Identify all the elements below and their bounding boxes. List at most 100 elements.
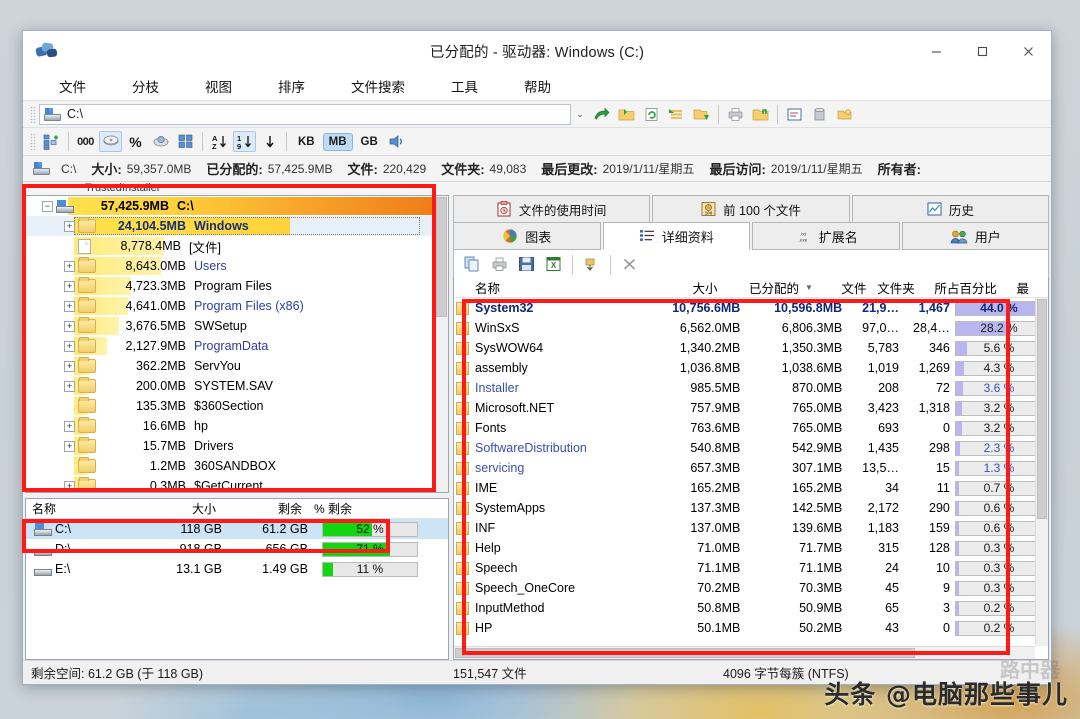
disk-alloc-icon[interactable] [149, 131, 172, 152]
grid-col-folders[interactable]: 文件夹 [872, 278, 920, 297]
tree-row[interactable]: 1.2MB 360SANDBOX [26, 456, 434, 476]
grid-row[interactable]: Speech 71.1MB 71.1MB 24 10 0.3 % [454, 558, 1048, 578]
refresh-page-icon[interactable] [640, 104, 663, 125]
tree-row[interactable]: +3,676.5MB SWSetup [26, 316, 434, 336]
open-folder-icon[interactable] [615, 104, 638, 125]
save-icon[interactable] [515, 254, 538, 275]
tree-row[interactable]: +4,723.3MB Program Files [26, 276, 434, 296]
tree-scrollbar[interactable] [434, 196, 448, 492]
tree-row[interactable]: +16.6MB hp [26, 416, 434, 436]
grid-col-last[interactable]: 最 [1011, 278, 1034, 297]
print-grid-icon[interactable] [488, 254, 511, 275]
grid-row[interactable]: HP 50.1MB 50.2MB 43 0 0.2 % [454, 618, 1048, 638]
maximize-button[interactable] [959, 31, 1005, 71]
tree-row[interactable]: +0.3MB $GetCurrent [26, 476, 434, 492]
expand-icon[interactable]: + [64, 220, 75, 232]
grid-columns-icon[interactable] [174, 131, 197, 152]
unit-kb-button[interactable]: KB [293, 134, 320, 150]
go-arrow-icon[interactable] [590, 104, 613, 125]
menu-help[interactable]: 帮助 [514, 73, 561, 99]
tree-row[interactable]: +8,643.0MB Users [26, 256, 434, 276]
grid-col-percent[interactable]: 所占百分比 [920, 278, 1012, 297]
grid-row[interactable]: assembly 1,036.8MB 1,038.6MB 1,019 1,269 4.3 … [454, 358, 1048, 378]
tree-row[interactable]: 8,778.4MB [文件] [26, 236, 434, 256]
auto-unit-icon[interactable] [386, 131, 409, 152]
close-button[interactable] [1005, 31, 1051, 71]
grid-row[interactable]: Fonts 763.6MB 765.0MB 693 0 3.2 % [454, 418, 1048, 438]
grid-row[interactable]: SysWOW64 1,340.2MB 1,350.3MB 5,783 346 5.6 % [454, 338, 1048, 358]
excel-icon[interactable]: X [542, 254, 565, 275]
address-input[interactable]: C:\ [39, 103, 571, 125]
tree-row-root[interactable]: − 57,425.9MB C:\ [26, 196, 434, 216]
grid-row[interactable]: SoftwareDistribution 540.8MB 542.9MB 1,435 2… [454, 438, 1048, 458]
grid-row[interactable]: Speech_OneCore 70.2MB 70.3MB 45 9 0.3 % [454, 578, 1048, 598]
details-grid[interactable]: 名称 大小 已分配的 ▼ 文件 文件夹 所占百分比 最 System32 10,7… [453, 278, 1049, 660]
minimize-button[interactable] [913, 31, 959, 71]
tab-details[interactable]: 详细资料 [602, 222, 750, 250]
disk-size-icon[interactable] [99, 131, 122, 152]
menu-tools[interactable]: 工具 [441, 73, 488, 99]
drive-row[interactable]: C:\ 118 GB 61.2 GB 52 % [26, 519, 448, 539]
expand-icon[interactable]: + [64, 280, 75, 292]
expand-icon[interactable]: + [64, 340, 75, 352]
percent-icon[interactable]: % [124, 131, 147, 152]
grid-row[interactable]: servicing 657.3MB 307.1MB 13,5… 15 1.3 % [454, 458, 1048, 478]
tab-file-usage-time[interactable]: 文件的使用时间 [453, 195, 651, 222]
grid-row[interactable]: Microsoft.NET 757.9MB 765.0MB 3,423 1,318 3.2… [454, 398, 1048, 418]
tree-add-icon[interactable] [40, 131, 63, 152]
menu-file[interactable]: 文件 [49, 73, 96, 99]
grid-row[interactable]: INF 137.0MB 139.6MB 1,183 159 0.6 % [454, 518, 1048, 538]
tab-users[interactable]: 用户 [901, 222, 1049, 250]
drive-row[interactable]: D:\ 918 GB 656 GB 71 % [26, 539, 448, 559]
grid-hscroll-thumb[interactable] [455, 648, 915, 658]
copy-icon[interactable] [461, 254, 484, 275]
tab-extensions[interactable]: .txt .exe 扩展名 [752, 222, 900, 250]
export-folder-icon[interactable] [749, 104, 772, 125]
grid-row[interactable]: Help 71.0MB 71.7MB 315 128 0.3 % [454, 538, 1048, 558]
expand-icon[interactable]: + [64, 440, 75, 452]
grid-horizontal-scrollbar[interactable] [454, 646, 1035, 659]
drive-row[interactable]: E:\ 13.1 GB 1.49 GB 11 % [26, 559, 448, 579]
sort-descending-icon[interactable] [258, 131, 281, 152]
grid-row[interactable]: SystemApps 137.3MB 142.5MB 2,172 290 0.6 % [454, 498, 1048, 518]
tree-row[interactable]: +15.7MB Drivers [26, 436, 434, 456]
tab-chart[interactable]: 图表 [453, 222, 601, 250]
tree-row[interactable]: +200.0MB SYSTEM.SAV [26, 376, 434, 396]
toolbar-grip[interactable] [30, 105, 36, 123]
menu-view[interactable]: 视图 [195, 73, 242, 99]
drive-list-panel[interactable]: 名称 大小 剩余 % 剩余 C:\ 118 GB 61.2 GB 52 % D:\ 918… [25, 498, 449, 660]
menu-sort[interactable]: 排序 [268, 73, 315, 99]
directory-tree-panel[interactable]: − 57,425.9MB C:\ +24,104.5MB Windows 8,778… [25, 195, 449, 493]
tab-history[interactable]: 历史 [851, 195, 1049, 222]
tree-row[interactable]: +2,127.9MB ProgramData [26, 336, 434, 356]
grid-col-name[interactable]: 名称 [470, 278, 627, 297]
grid-row[interactable]: IME 165.2MB 165.2MB 34 11 0.7 % [454, 478, 1048, 498]
grid-row[interactable]: InputMethod 50.8MB 50.9MB 65 3 0.2 % [454, 598, 1048, 618]
expand-icon[interactable]: + [64, 260, 75, 272]
tree-scrollbar-thumb[interactable] [436, 197, 447, 317]
menu-branch[interactable]: 分枝 [122, 73, 169, 99]
expand-icon[interactable]: + [64, 300, 75, 312]
grid-row[interactable]: WinSxS 6,562.0MB 6,806.3MB 97,0… 28,4… 28.2 % [454, 318, 1048, 338]
numeric-toggle-icon[interactable]: 000 [74, 131, 97, 152]
address-dropdown-icon[interactable]: ⌄ [571, 109, 589, 120]
tab-top-100-files[interactable]: 100 前 100 个文件 [652, 195, 850, 222]
grid-row[interactable]: System32 10,756.6MB 10,596.8MB 21,9… 1,467 44… [454, 298, 1048, 318]
tree-row[interactable]: +4,641.0MB Program Files (x86) [26, 296, 434, 316]
cleanup-icon[interactable] [808, 104, 831, 125]
unit-mb-button[interactable]: MB [322, 132, 353, 151]
expand-icon[interactable]: + [64, 320, 75, 332]
grid-vertical-scrollbar[interactable] [1035, 298, 1048, 646]
expand-icon[interactable]: + [64, 480, 75, 492]
drive-col-name[interactable]: 名称 [26, 500, 136, 517]
unit-gb-button[interactable]: GB [356, 134, 383, 150]
expand-icon[interactable]: + [64, 360, 75, 372]
sort-alpha-icon[interactable]: AZ [208, 131, 231, 152]
expand-icon[interactable]: + [64, 380, 75, 392]
grid-col-size[interactable]: 大小 [627, 278, 722, 297]
report-icon[interactable] [783, 104, 806, 125]
tree-row[interactable]: 135.3MB $360Section [26, 396, 434, 416]
tree-row[interactable]: +362.2MB ServYou [26, 356, 434, 376]
view-toolbar-grip[interactable] [30, 133, 36, 150]
drive-col-pct[interactable]: % 剩余 [308, 500, 418, 517]
